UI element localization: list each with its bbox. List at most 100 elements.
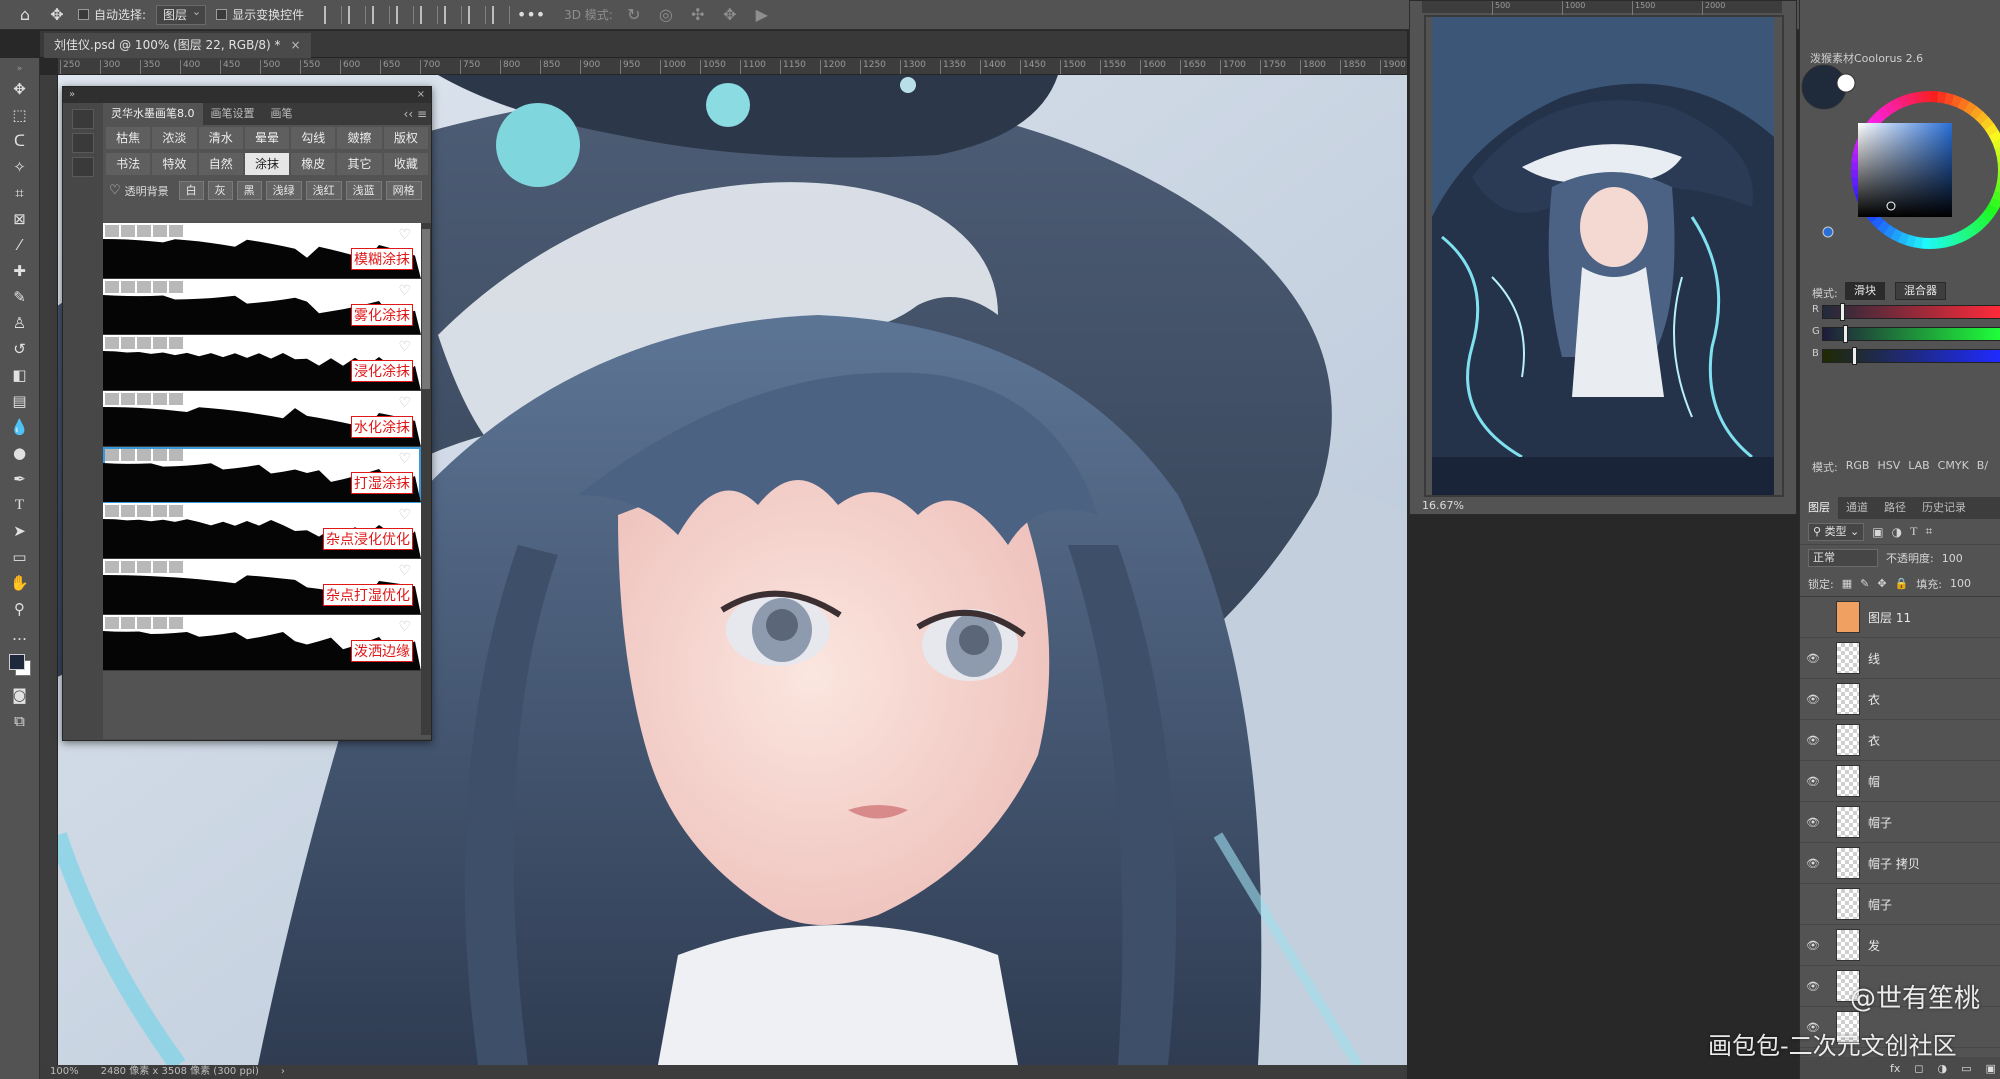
gradient-tool-icon[interactable]: ▤: [7, 390, 33, 412]
layer-name[interactable]: 线: [1868, 650, 1880, 667]
favorite-heart-icon[interactable]: ♡: [398, 507, 411, 523]
zoom-readout[interactable]: 100%: [50, 1065, 79, 1079]
scrollbar-thumb[interactable]: [422, 229, 430, 389]
b-slider-knob[interactable]: [1852, 347, 1858, 365]
category-button[interactable]: 橡皮: [291, 153, 336, 175]
blur-tool-icon[interactable]: 💧: [7, 416, 33, 438]
fx-icon[interactable]: fx: [1890, 1062, 1900, 1075]
healing-brush-tool-icon[interactable]: ✚: [7, 260, 33, 282]
layer-row[interactable]: 👁 线: [1800, 638, 2000, 679]
path-select-tool-icon[interactable]: ➤: [7, 520, 33, 542]
b-slider-track[interactable]: [1822, 349, 2000, 363]
layers-tab[interactable]: 图层: [1800, 497, 1838, 519]
layer-name[interactable]: 衣: [1868, 691, 1880, 708]
3d-camera-icon[interactable]: ▶: [751, 4, 773, 26]
favorite-heart-icon[interactable]: ♡: [398, 339, 411, 355]
zoom-tool-icon[interactable]: ⚲: [7, 598, 33, 620]
brush-preset-icon[interactable]: [72, 109, 94, 129]
home-icon[interactable]: ⌂: [14, 4, 36, 26]
color-mode-tab[interactable]: CMYK: [1938, 459, 1969, 475]
brush-item[interactable]: ♡ 打湿涂抹: [103, 447, 421, 503]
layer-filter-dropdown[interactable]: ⚲ 类型 ⌄: [1808, 522, 1865, 541]
visibility-eye-icon[interactable]: 👁: [1800, 816, 1826, 829]
screen-mode-icon[interactable]: ⧉: [7, 710, 33, 732]
brush-item[interactable]: ♡ 杂点打湿优化: [103, 559, 421, 615]
r-slider-knob[interactable]: [1839, 303, 1845, 321]
category-button[interactable]: 收藏: [383, 153, 428, 175]
b-slider[interactable]: B: [1812, 347, 2000, 365]
type-tool-icon[interactable]: T: [7, 494, 33, 516]
close-tab-button[interactable]: ×: [291, 33, 301, 58]
marquee-tool-icon[interactable]: ⬚: [7, 104, 33, 126]
layer-row[interactable]: 👁 衣: [1800, 720, 2000, 761]
brush-tool-icon[interactable]: ✎: [7, 286, 33, 308]
align-left-icon[interactable]: [324, 5, 343, 24]
favorite-heart-icon[interactable]: ♡: [398, 283, 411, 299]
layer-row[interactable]: 👁 帽子: [1800, 802, 2000, 843]
lasso-tool-icon[interactable]: ᑕ: [7, 130, 33, 152]
move-tool-icon[interactable]: ✥: [7, 78, 33, 100]
layer-name[interactable]: 帽: [1868, 773, 1880, 790]
favorite-heart-icon[interactable]: ♡: [398, 619, 411, 635]
favorite-heart-icon[interactable]: ♡: [398, 451, 411, 467]
slider-mode-button[interactable]: 滑块: [1845, 282, 1885, 300]
category-button[interactable]: 皴擦: [337, 127, 382, 149]
fill-value[interactable]: 100: [1950, 577, 1971, 590]
color-mode-tab[interactable]: HSV: [1877, 459, 1900, 475]
layers-tab[interactable]: 历史记录: [1914, 497, 1974, 519]
category-button[interactable]: 枯焦: [106, 127, 151, 149]
brush-item[interactable]: ♡ 杂点浸化优化: [103, 503, 421, 559]
align-vcenter-icon[interactable]: [444, 5, 463, 24]
tab-linghua-brushes[interactable]: 灵华水墨画笔8.0: [103, 103, 203, 125]
favorite-heart-icon[interactable]: ♡: [398, 395, 411, 411]
panel-menu-icon[interactable]: ‹‹ ≡: [404, 107, 427, 121]
navigator-thumbnail[interactable]: [1432, 17, 1774, 495]
visibility-eye-icon[interactable]: 👁: [1800, 857, 1826, 870]
tab-brush-settings[interactable]: 画笔设置: [203, 103, 263, 125]
lock-pixels-icon[interactable]: ✎: [1860, 577, 1869, 590]
document-tab[interactable]: 刘佳仪.psd @ 100% (图层 22, RGB/8) * ×: [44, 33, 311, 58]
more-options-button[interactable]: •••: [517, 4, 545, 26]
category-button[interactable]: 浓淡: [152, 127, 197, 149]
mixer-mode-button[interactable]: 混合器: [1895, 282, 1946, 300]
align-top-icon[interactable]: [420, 5, 439, 24]
status-expand-icon[interactable]: ›: [281, 1065, 285, 1079]
category-button[interactable]: 版权: [383, 127, 428, 149]
color-mode-tab[interactable]: LAB: [1908, 459, 1929, 475]
brush-item[interactable]: ♡ 模糊涂抹: [103, 223, 421, 279]
distribute-icon[interactable]: [396, 5, 415, 24]
3d-slide-icon[interactable]: ✥: [719, 4, 741, 26]
layer-row[interactable]: 👁 帽: [1800, 761, 2000, 802]
tab-brushes[interactable]: 画笔: [263, 103, 301, 125]
favorite-heart-icon[interactable]: ♡: [398, 563, 411, 579]
layer-name[interactable]: 帽子: [1868, 814, 1892, 831]
collapse-icon[interactable]: »: [7, 64, 33, 74]
layer-row[interactable]: 👁 帽子 拷贝: [1800, 843, 2000, 884]
checkbox-icon[interactable]: [216, 9, 228, 20]
hand-tool-icon[interactable]: ✋: [7, 572, 33, 594]
collapse-panel-icon[interactable]: »: [69, 87, 75, 103]
frame-tool-icon[interactable]: ⊠: [7, 208, 33, 230]
layers-tab[interactable]: 通道: [1838, 497, 1876, 519]
shape-filter-icon[interactable]: ⌗: [1925, 524, 1932, 539]
brush-item[interactable]: ♡ 雾化涂抹: [103, 279, 421, 335]
category-button[interactable]: 书法: [106, 153, 151, 175]
shape-tool-icon[interactable]: ▭: [7, 546, 33, 568]
magic-wand-tool-icon[interactable]: ✧: [7, 156, 33, 178]
navigator-zoom[interactable]: 16.67%: [1422, 499, 1464, 512]
favorite-heart-icon[interactable]: ♡: [398, 227, 411, 243]
horizontal-ruler[interactable]: 250 300 350 400 450 500 550 600 650 700 750 800 850 9…: [58, 58, 1407, 75]
layer-name[interactable]: 衣: [1868, 732, 1880, 749]
bg-option-chip[interactable]: 浅红: [305, 181, 342, 200]
r-slider[interactable]: R: [1812, 303, 2000, 321]
visibility-eye-icon[interactable]: 👁: [1800, 775, 1826, 788]
group-icon[interactable]: ▭: [1961, 1062, 1971, 1075]
align-bottom-icon[interactable]: [468, 5, 487, 24]
layer-name[interactable]: 帽子: [1868, 896, 1892, 913]
type-filter-icon[interactable]: T: [1910, 524, 1917, 539]
blend-mode-dropdown[interactable]: 正常: [1808, 549, 1878, 567]
category-button[interactable]: 涂抹: [244, 153, 290, 175]
pen-tool-icon[interactable]: ✒: [7, 468, 33, 490]
quick-mask-icon[interactable]: ◙: [7, 684, 33, 706]
panel-header[interactable]: » ×: [63, 87, 431, 103]
